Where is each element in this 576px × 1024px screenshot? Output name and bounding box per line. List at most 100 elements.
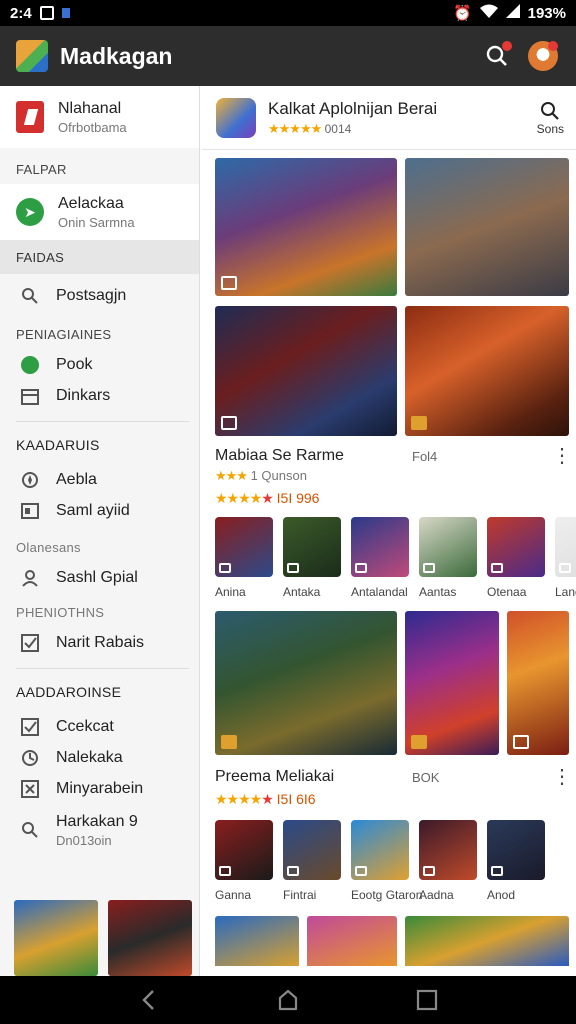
game-banner[interactable] — [215, 158, 397, 296]
sidebar-item-label: Saml ayiid — [56, 501, 130, 519]
sidebar-item-nalekaka[interactable]: Nalekaka — [0, 742, 199, 773]
game-banner[interactable] — [405, 611, 499, 755]
section-header-6: PHENIOTHNS — [16, 604, 105, 620]
gallery-icon — [287, 866, 299, 876]
sidebar-item-sublabel: Dn013oin — [56, 832, 112, 848]
banner-row — [202, 902, 576, 966]
battery-level: 193% — [527, 4, 566, 22]
back-button[interactable] — [134, 985, 164, 1015]
game-banner[interactable] — [405, 916, 569, 966]
main-content: Kalkat Aplolnijan Berai ★★★★★ 0014 Sons … — [202, 86, 576, 976]
search-button[interactable] — [480, 39, 514, 73]
sidebar-item-aebla[interactable]: Aebla — [0, 464, 199, 495]
app-card[interactable]: Aadna — [419, 820, 477, 902]
navigation-drawer: Nlahanal Ofrbotbama FALPAR ➤ Aelackaa On… — [0, 86, 200, 976]
section-header-4: KAADARUIS — [16, 437, 100, 453]
chat-circle-icon — [20, 355, 40, 375]
app-name: Anina — [215, 585, 246, 599]
app-icon — [419, 517, 477, 577]
game-banner[interactable] — [215, 916, 299, 966]
app-card[interactable]: Land — [555, 517, 576, 599]
gallery-icon — [411, 735, 427, 749]
sidebar-item-label: Sashl Gpial — [56, 568, 138, 586]
featured-rating-text: 0014 — [324, 121, 352, 136]
app-card[interactable]: Ganna — [215, 820, 273, 902]
calendar-icon — [20, 386, 40, 406]
gallery-icon — [287, 563, 299, 573]
more-options-icon[interactable]: ⋮ — [552, 446, 572, 466]
sidebar-item-ccekcat[interactable]: Ccekcat — [0, 711, 199, 742]
app-card[interactable]: Anod — [487, 820, 545, 902]
search-badge — [502, 41, 512, 51]
account-header[interactable]: Nlahanal Ofrbotbama — [0, 86, 199, 148]
notification-icon — [39, 6, 54, 20]
sidebar-item-sashl[interactable]: Sashl Gpial — [0, 562, 199, 593]
star-rating-icon: ★★★★★ — [268, 120, 322, 136]
sidebar-item-label: Minyarabein — [56, 779, 144, 797]
sidebar-item-label: Postsagjn — [56, 286, 127, 304]
sidebar-item-pook[interactable]: Pook — [0, 349, 199, 380]
star-rating-icon: ★ — [261, 490, 274, 506]
system-navigation-bar — [0, 976, 576, 1024]
featured-search-button[interactable]: Sons — [537, 100, 564, 136]
check-box-icon — [20, 633, 40, 653]
sidebar-item-search[interactable]: Postsagjn — [0, 280, 199, 311]
account-subtitle: Ofrbotbama — [58, 119, 127, 135]
section-header: Preema Meliakai BOK ⋮ — [202, 755, 576, 787]
app-card[interactable]: Aantas — [419, 517, 477, 599]
sidebar-item-active[interactable]: ➤ Aelackaa Onin Sarmna — [0, 184, 199, 240]
gallery-icon — [411, 416, 427, 430]
sidebar-item-dinkars[interactable]: Dinkars — [0, 380, 199, 411]
section-header-5: Olanesans — [16, 539, 81, 555]
divider — [16, 668, 189, 669]
game-thumbnail[interactable] — [108, 900, 192, 976]
search-icon — [20, 286, 40, 306]
app-card[interactable]: Antalandal — [351, 517, 409, 599]
sidebar-item-label: Pook — [56, 355, 93, 373]
leaf-icon: ➤ — [16, 198, 44, 226]
game-banner[interactable] — [215, 306, 397, 436]
game-banner[interactable] — [405, 306, 569, 436]
back-icon — [142, 990, 155, 1010]
home-button[interactable] — [273, 985, 303, 1015]
app-card[interactable]: Otenaa — [487, 517, 545, 599]
featured-app-row[interactable]: Kalkat Aplolnijan Berai ★★★★★ 0014 Sons — [202, 86, 576, 150]
wifi-icon — [479, 4, 498, 22]
sidebar-item-harkakan[interactable]: Harkakan 9 Dn013oin — [0, 804, 199, 856]
app-logo — [16, 40, 48, 72]
sidebar-item-label: Aebla — [56, 470, 97, 488]
recents-button[interactable] — [412, 985, 442, 1015]
app-icon — [487, 820, 545, 880]
search-label: Sons — [536, 121, 564, 136]
game-banner[interactable] — [507, 611, 569, 755]
app-card[interactable]: Fintrai — [283, 820, 341, 902]
section-title: Preema Meliakai — [215, 768, 335, 785]
sidebar-item-label: Nalekaka — [56, 748, 123, 766]
game-banner[interactable] — [215, 611, 397, 755]
app-card[interactable]: Eootg Gtaron — [351, 820, 422, 902]
app-name: Aantas — [419, 585, 457, 599]
gallery-icon — [491, 866, 503, 876]
app-card[interactable]: Anina — [215, 517, 273, 599]
sidebar-item-label: Ccekcat — [56, 717, 114, 735]
more-options-icon[interactable]: ⋮ — [552, 767, 572, 787]
game-thumbnail[interactable] — [14, 900, 98, 976]
person-icon — [20, 568, 40, 588]
sidebar-item-minyarabein[interactable]: Minyarabein — [0, 773, 199, 804]
app-row: Anina Antaka Antalandal Aantas Otenaa Land — [202, 507, 576, 599]
section-header-3: PENIAGIAINES — [16, 326, 112, 342]
gallery-icon — [423, 563, 435, 573]
app-icon — [419, 820, 477, 880]
search-icon — [20, 820, 40, 840]
sidebar-item-saml[interactable]: Saml ayiid — [0, 495, 199, 526]
sidebar-item-narit[interactable]: Narit Rabais — [0, 627, 199, 658]
check-box-icon — [20, 717, 40, 737]
gallery-icon — [355, 866, 367, 876]
profile-button[interactable] — [526, 39, 560, 73]
app-icon — [283, 820, 341, 880]
app-card[interactable]: Antaka — [283, 517, 341, 599]
game-banner[interactable] — [405, 158, 569, 296]
gallery-icon — [221, 416, 237, 430]
game-banner[interactable] — [307, 916, 397, 966]
app-icon — [351, 820, 409, 880]
